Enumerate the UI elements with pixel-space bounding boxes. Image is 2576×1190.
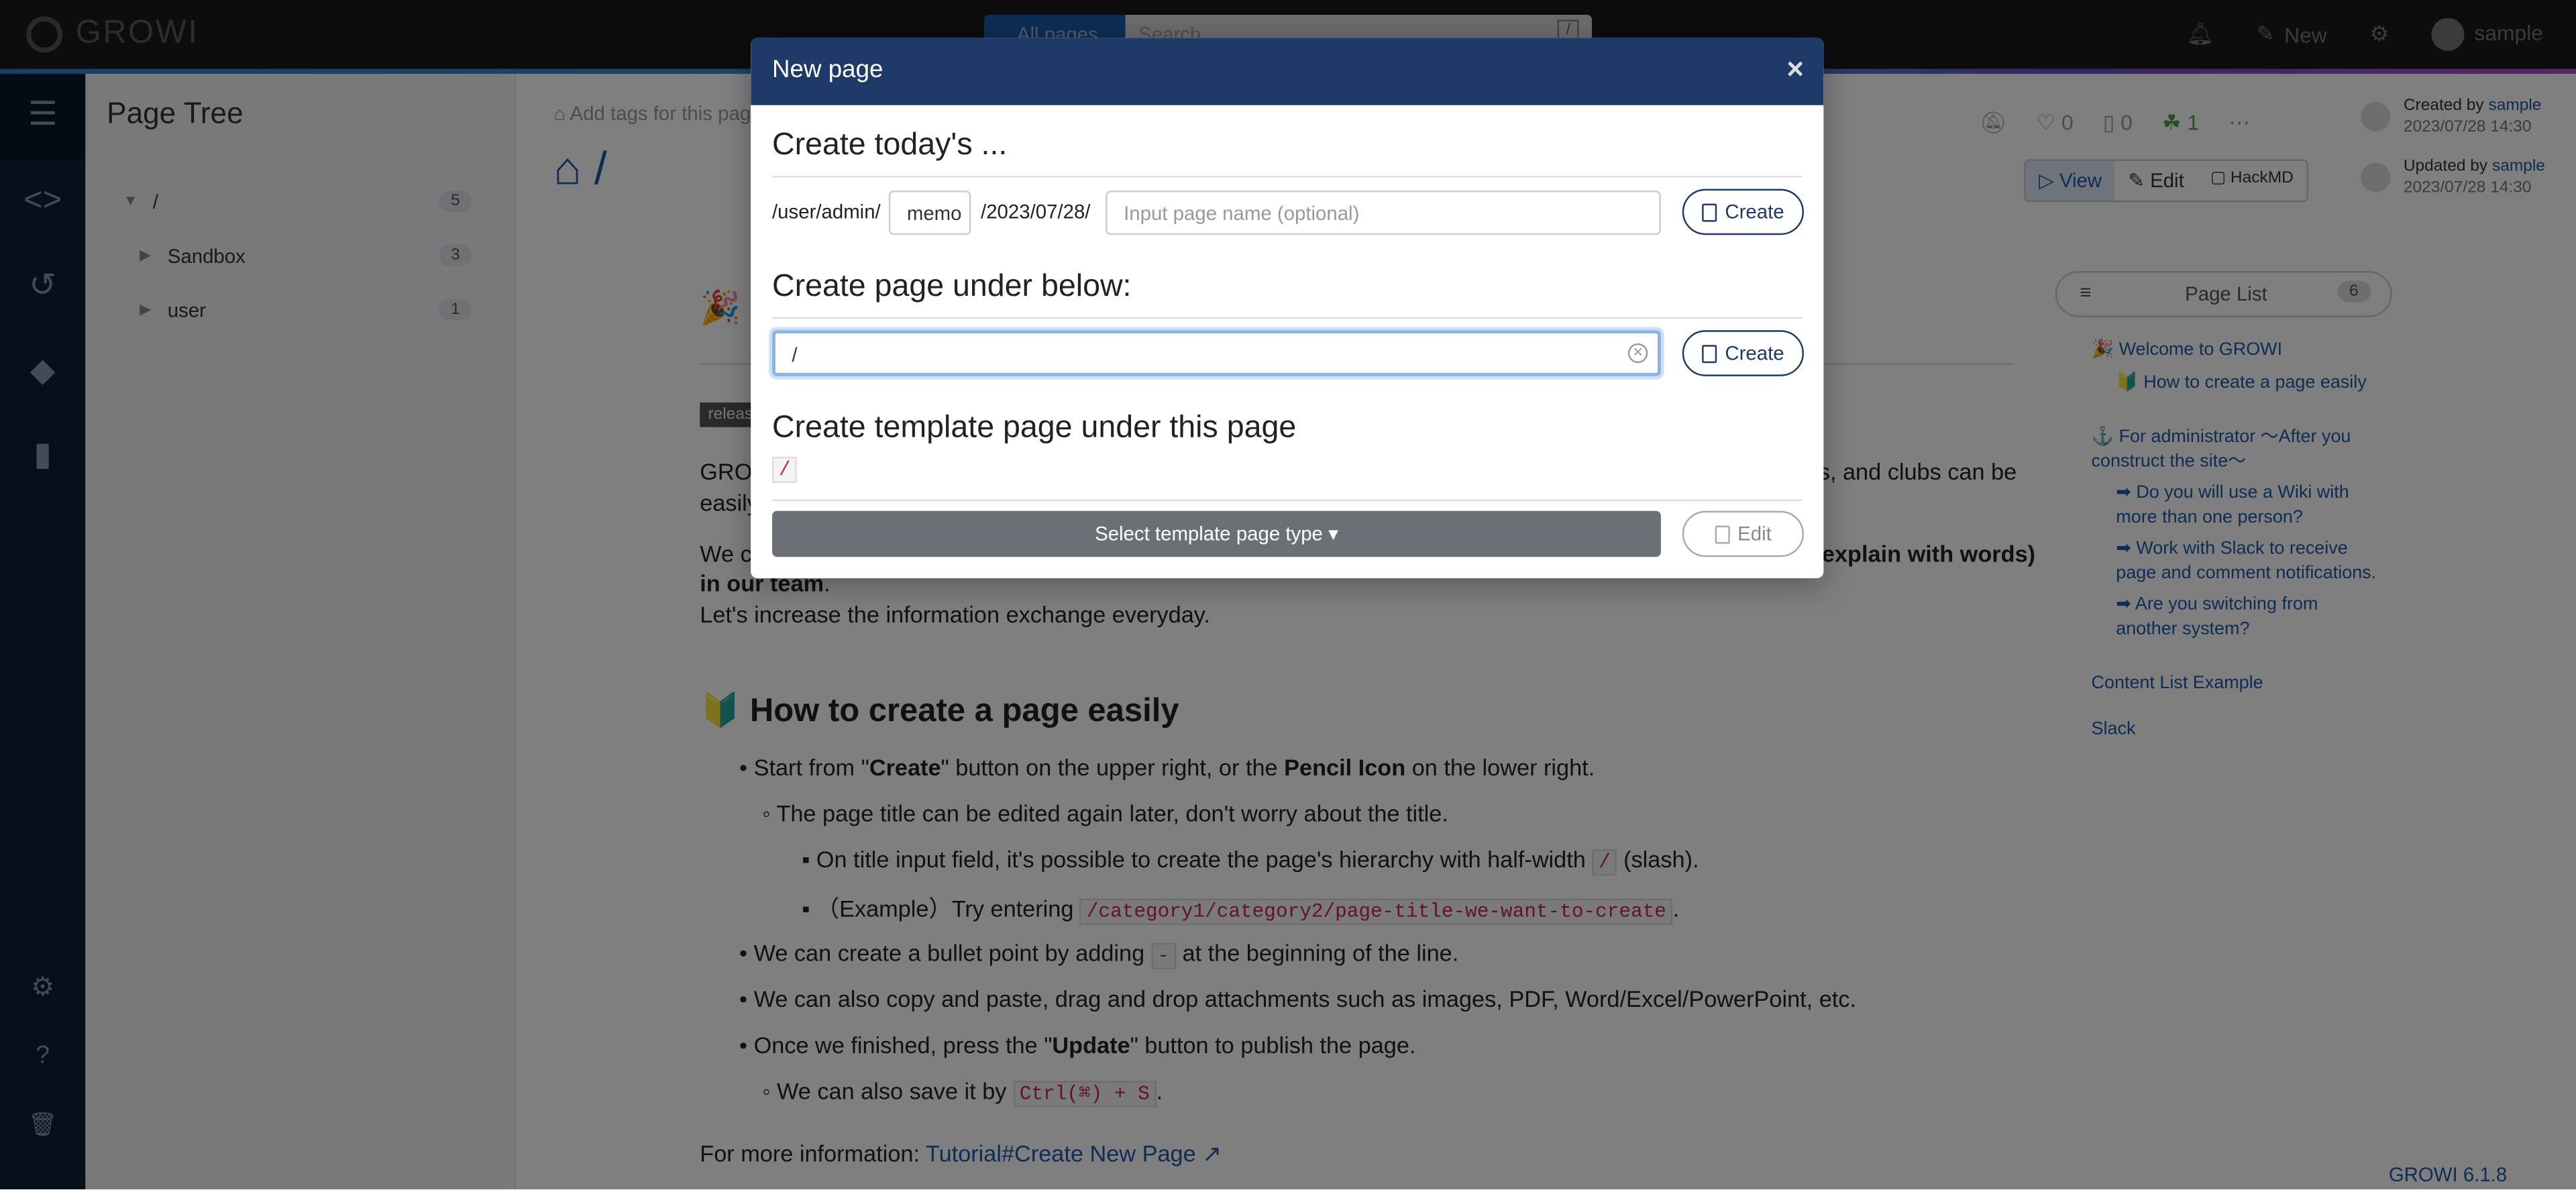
under-path-input[interactable]: / ✕ — [772, 330, 1661, 376]
clear-icon[interactable]: ✕ — [1627, 343, 1648, 364]
app-root: GROWI All pages ▾ Search ... / 🔔︎ ✎ New … — [0, 0, 2576, 1190]
today-heading: Create today's ... — [772, 128, 1008, 163]
modal-title: New page — [772, 56, 883, 84]
divider — [772, 317, 1803, 319]
under-heading: Create page under below: — [772, 269, 1132, 305]
modal-header: New page × — [751, 38, 1824, 105]
divider — [772, 499, 1803, 501]
template-heading: Create template page under this page — [772, 411, 1297, 445]
divider — [772, 176, 1803, 178]
file-icon — [1702, 344, 1717, 363]
file-icon — [1714, 525, 1729, 543]
today-path-prefix: /user/admin/ — [772, 200, 881, 224]
today-memo-input[interactable]: memo — [888, 191, 971, 235]
select-template-dropdown[interactable]: Select template page type ▾ — [772, 510, 1661, 557]
today-page-name-input[interactable]: Input page name (optional) — [1106, 191, 1661, 235]
close-icon[interactable]: × — [1786, 52, 1804, 87]
new-page-modal: New page × Create today's ... /user/admi… — [751, 38, 1824, 579]
file-icon — [1702, 203, 1717, 221]
create-today-button[interactable]: Create — [1682, 188, 1804, 235]
edit-template-button[interactable]: Edit — [1682, 510, 1804, 557]
today-date: /2023/07/28/ — [981, 200, 1091, 224]
create-under-button[interactable]: Create — [1682, 330, 1804, 376]
template-path: / — [772, 456, 798, 484]
